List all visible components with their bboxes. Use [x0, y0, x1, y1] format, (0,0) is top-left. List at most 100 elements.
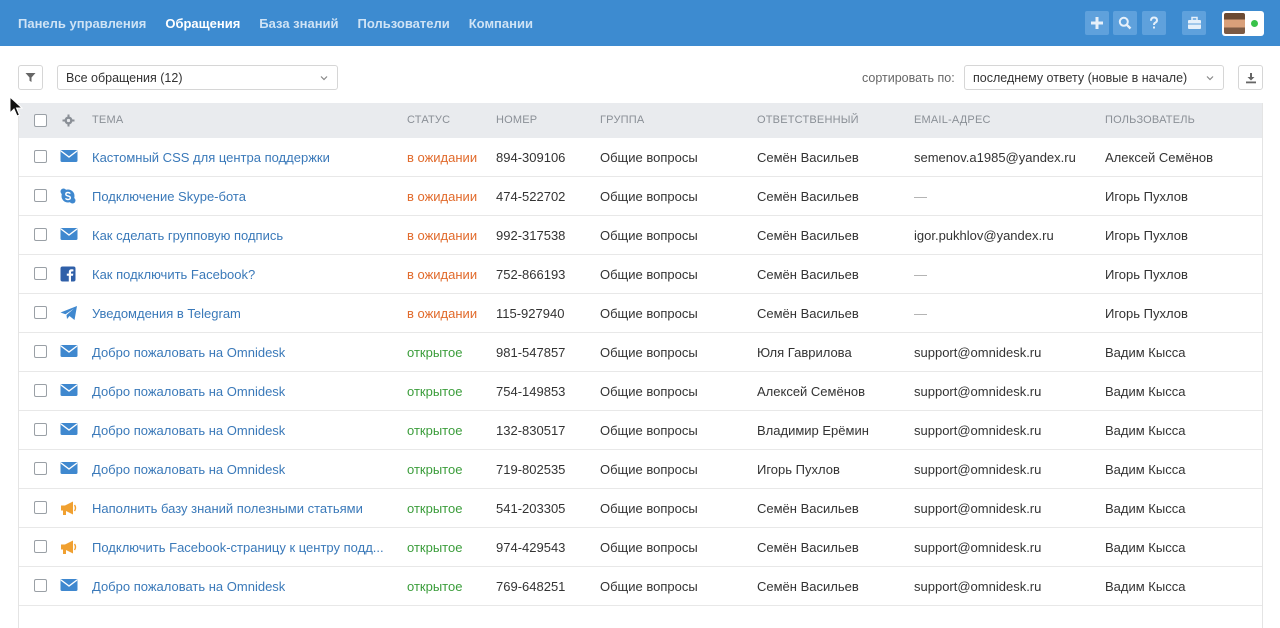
table-row[interactable]: Добро пожаловать на Omnidesk открытое 719-…	[19, 450, 1262, 489]
status-text: в ожидании	[407, 267, 478, 282]
row-checkbox[interactable]	[34, 462, 47, 475]
row-checkbox[interactable]	[34, 579, 47, 592]
table-row[interactable]: Добро пожаловать на Omnidesk открытое 754-…	[19, 372, 1262, 411]
facebook-icon	[60, 266, 78, 282]
email-icon	[60, 149, 78, 165]
ticket-user: Вадим Кысса	[1105, 384, 1186, 399]
telegram-icon	[60, 305, 78, 321]
table-row[interactable]: Кастомный CSS для центра поддержки в ожид…	[19, 138, 1262, 177]
user-menu[interactable]	[1222, 11, 1264, 36]
download-icon	[1245, 72, 1256, 83]
row-checkbox[interactable]	[34, 540, 47, 553]
ticket-email: support@omnidesk.ru	[914, 462, 1042, 477]
ticket-group: Общие вопросы	[600, 501, 698, 516]
avatar	[1224, 13, 1245, 34]
row-checkbox[interactable]	[34, 423, 47, 436]
megaphone-icon	[60, 500, 78, 516]
table-row[interactable]: Добро пожаловать на Omnidesk открытое 769-…	[19, 567, 1262, 606]
ticket-assignee: Владимир Ерёмин	[757, 423, 869, 438]
row-checkbox[interactable]	[34, 345, 47, 358]
table-row[interactable]: Подключить Facebook-страницу к центру по…	[19, 528, 1262, 567]
ticket-subject-link[interactable]: Как подключить Facebook?	[92, 267, 255, 282]
row-checkbox[interactable]	[34, 189, 47, 202]
ticket-subject-link[interactable]: Кастомный CSS для центра поддержки	[92, 150, 330, 165]
question-icon	[1150, 16, 1159, 29]
ticket-assignee: Семён Васильев	[757, 306, 859, 321]
header-number[interactable]: Номер	[496, 114, 537, 126]
search-button[interactable]	[1113, 11, 1137, 35]
sort-label: сортировать по:	[862, 71, 955, 85]
header-email[interactable]: Email-адрес	[914, 114, 991, 126]
ticket-group: Общие вопросы	[600, 150, 698, 165]
row-checkbox[interactable]	[34, 306, 47, 319]
ticket-group: Общие вопросы	[600, 462, 698, 477]
cases-button[interactable]	[1182, 11, 1206, 35]
help-button[interactable]	[1142, 11, 1166, 35]
ticket-subject-link[interactable]: Добро пожаловать на Omnidesk	[92, 462, 285, 477]
ticket-email: support@omnidesk.ru	[914, 501, 1042, 516]
ticket-assignee: Семён Васильев	[757, 579, 859, 594]
nav-item-users[interactable]: Пользователи	[358, 16, 450, 31]
ticket-number: 769-648251	[496, 579, 566, 594]
table-row[interactable]: Как подключить Facebook? в ожидании 752-86…	[19, 255, 1262, 294]
ticket-user: Вадим Кысса	[1105, 540, 1186, 555]
email-icon	[60, 227, 78, 243]
sort-select[interactable]: последнему ответу (новые в начале)	[964, 65, 1224, 90]
nav-item-companies[interactable]: Компании	[469, 16, 533, 31]
row-checkbox[interactable]	[34, 384, 47, 397]
header-assignee[interactable]: Ответственный	[757, 114, 859, 126]
ticket-number: 132-830517	[496, 423, 566, 438]
ticket-email: semenov.a1985@yandex.ru	[914, 150, 1076, 165]
table-row[interactable]: Уведомдения в Telegram в ожидании 115-9279…	[19, 294, 1262, 333]
briefcase-icon	[1187, 16, 1201, 29]
select-all-checkbox[interactable]	[34, 114, 47, 127]
header-status[interactable]: Статус	[407, 114, 450, 126]
status-text: открытое	[407, 384, 463, 399]
ticket-subject-link[interactable]: Добро пожаловать на Omnidesk	[92, 345, 285, 360]
table-row[interactable]: Добро пожаловать на Omnidesk открытое 132-…	[19, 411, 1262, 450]
ticket-assignee: Игорь Пухлов	[757, 462, 840, 477]
header-user[interactable]: Пользователь	[1105, 114, 1195, 126]
ticket-email: support@omnidesk.ru	[914, 423, 1042, 438]
ticket-group: Общие вопросы	[600, 189, 698, 204]
export-button[interactable]	[1238, 65, 1263, 90]
ticket-number: 474-522702	[496, 189, 566, 204]
row-checkbox[interactable]	[34, 501, 47, 514]
ticket-group: Общие вопросы	[600, 306, 698, 321]
ticket-subject-link[interactable]: Как сделать групповую подпись	[92, 228, 283, 243]
table-row[interactable]: Наполнить базу знаний полезными статьями…	[19, 489, 1262, 528]
ticket-subject-link[interactable]: Добро пожаловать на Omnidesk	[92, 384, 285, 399]
row-checkbox[interactable]	[34, 228, 47, 241]
header-subject[interactable]: Тема	[92, 114, 123, 126]
filter-button[interactable]	[18, 65, 43, 90]
header-group[interactable]: Группа	[600, 114, 644, 126]
ticket-subject-link[interactable]: Наполнить базу знаний полезными статьями	[92, 501, 363, 516]
ticket-assignee: Семён Васильев	[757, 228, 859, 243]
table-row[interactable]: Добро пожаловать на Omnidesk открытое 981-…	[19, 333, 1262, 372]
ticket-email: igor.pukhlov@yandex.ru	[914, 228, 1054, 243]
add-button[interactable]	[1085, 11, 1109, 35]
ticket-subject-link[interactable]: Добро пожаловать на Omnidesk	[92, 423, 285, 438]
ticket-subject-link[interactable]: Подключить Facebook-страницу к центру по…	[92, 540, 384, 555]
ticket-subject-link[interactable]: Добро пожаловать на Omnidesk	[92, 579, 285, 594]
row-checkbox[interactable]	[34, 150, 47, 163]
status-text: открытое	[407, 540, 463, 555]
ticket-email: support@omnidesk.ru	[914, 540, 1042, 555]
ticket-subject-link[interactable]: Подключение Skype-бота	[92, 189, 246, 204]
gear-icon[interactable]	[62, 114, 75, 127]
table-row[interactable]: Подключение Skype-бота в ожидании 474-5227…	[19, 177, 1262, 216]
ticket-group: Общие вопросы	[600, 267, 698, 282]
ticket-subject-link[interactable]: Уведомдения в Telegram	[92, 306, 241, 321]
ticket-group: Общие вопросы	[600, 345, 698, 360]
nav-item-knowledge-base[interactable]: База знаний	[259, 16, 338, 31]
ticket-email: —	[914, 306, 927, 321]
ticket-email: support@omnidesk.ru	[914, 384, 1042, 399]
status-text: открытое	[407, 501, 463, 516]
view-select[interactable]: Все обращения (12)	[57, 65, 338, 90]
email-icon	[60, 578, 78, 594]
row-checkbox[interactable]	[34, 267, 47, 280]
online-status-dot	[1251, 20, 1258, 27]
table-row[interactable]: Как сделать групповую подпись в ожидании 9…	[19, 216, 1262, 255]
nav-item-tickets[interactable]: Обращения	[165, 16, 240, 31]
nav-item-dashboard[interactable]: Панель управления	[18, 16, 146, 31]
